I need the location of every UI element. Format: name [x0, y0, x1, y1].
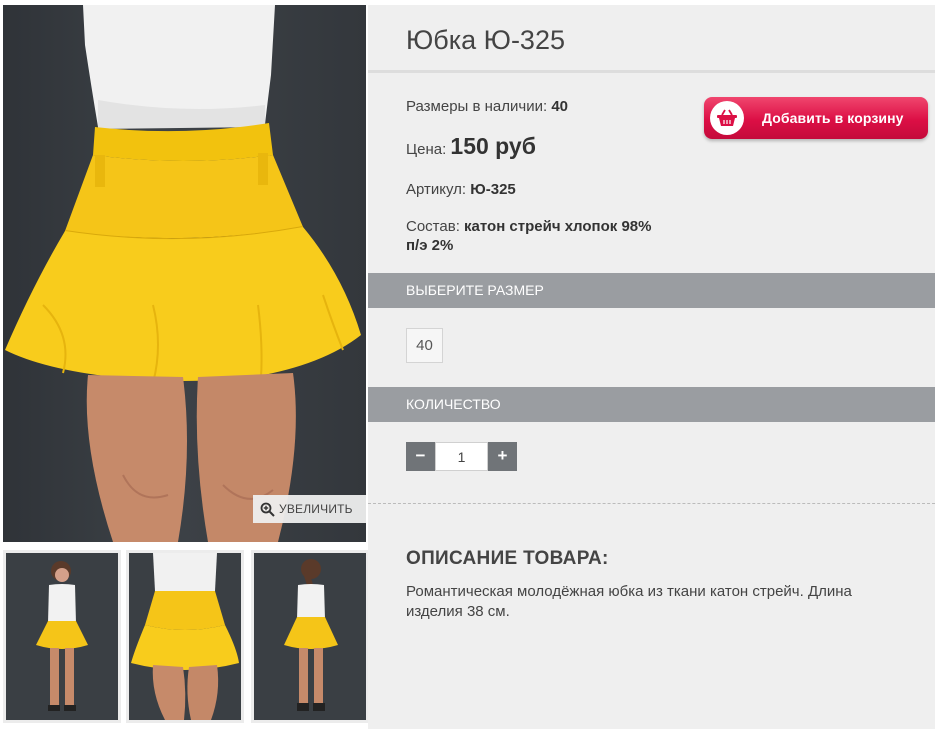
zoom-button[interactable]: УВЕЛИЧИТЬ	[253, 495, 366, 523]
sizes-label: Размеры в наличии:	[406, 98, 548, 115]
divider	[368, 503, 935, 504]
quantity-decrease-button[interactable]: −	[406, 442, 435, 471]
composition-value-line1: катон стрейч хлопок 98%	[464, 218, 652, 235]
zoom-in-icon	[260, 502, 275, 517]
add-to-cart-button[interactable]: Добавить в корзину	[704, 97, 928, 139]
sizes-value: 40	[551, 98, 568, 115]
zoom-label: УВЕЛИЧИТЬ	[279, 502, 353, 516]
quantity-input[interactable]	[435, 442, 488, 471]
thumbnail-strip	[3, 550, 369, 726]
page: УВЕЛИЧИТЬ Юбка Ю-325 Размеры в наличии: …	[0, 0, 935, 729]
description-heading: ОПИСАНИЕ ТОВАРА:	[406, 548, 609, 569]
sizes-available: Размеры в наличии: 40	[406, 98, 568, 115]
product-info-panel: Юбка Ю-325 Размеры в наличии: 40 Цена: 1…	[368, 5, 935, 729]
product-title: Юбка Ю-325	[406, 25, 565, 55]
product-photo-illustration	[5, 5, 361, 542]
thumbnail-3[interactable]	[251, 550, 369, 723]
quantity-section-heading: КОЛИЧЕСТВО	[368, 387, 935, 422]
main-product-photo[interactable]: УВЕЛИЧИТЬ	[3, 5, 366, 542]
price: Цена: 150 руб	[406, 133, 536, 160]
basket-icon	[710, 101, 744, 135]
article-value: Ю-325	[470, 181, 516, 198]
thumbnail-2[interactable]	[126, 550, 244, 723]
thumbnail-front-full	[36, 561, 88, 711]
add-to-cart-label: Добавить в корзину	[762, 110, 904, 126]
title-bar: Юбка Ю-325	[368, 5, 935, 73]
composition: Состав: катон стрейч хлопок 98% п/э 2%	[406, 217, 651, 255]
composition-label: Состав:	[406, 218, 460, 235]
composition-value-line2: п/э 2%	[406, 237, 454, 254]
description-text: Романтическая молодёжная юбка из ткани к…	[406, 583, 852, 620]
article: Артикул: Ю-325	[406, 181, 516, 198]
thumbnail-1[interactable]	[3, 550, 121, 723]
article-label: Артикул:	[406, 181, 467, 198]
thumbnail-back-full	[284, 559, 338, 711]
size-section-heading: ВЫБЕРИТЕ РАЗМЕР	[368, 273, 935, 308]
quantity-stepper: − +	[406, 442, 517, 471]
price-value: 150 руб	[450, 133, 536, 159]
price-label: Цена:	[406, 141, 447, 158]
size-option-40[interactable]: 40	[406, 328, 443, 363]
quantity-increase-button[interactable]: +	[488, 442, 517, 471]
thumbnail-skirt-closeup	[131, 553, 239, 720]
